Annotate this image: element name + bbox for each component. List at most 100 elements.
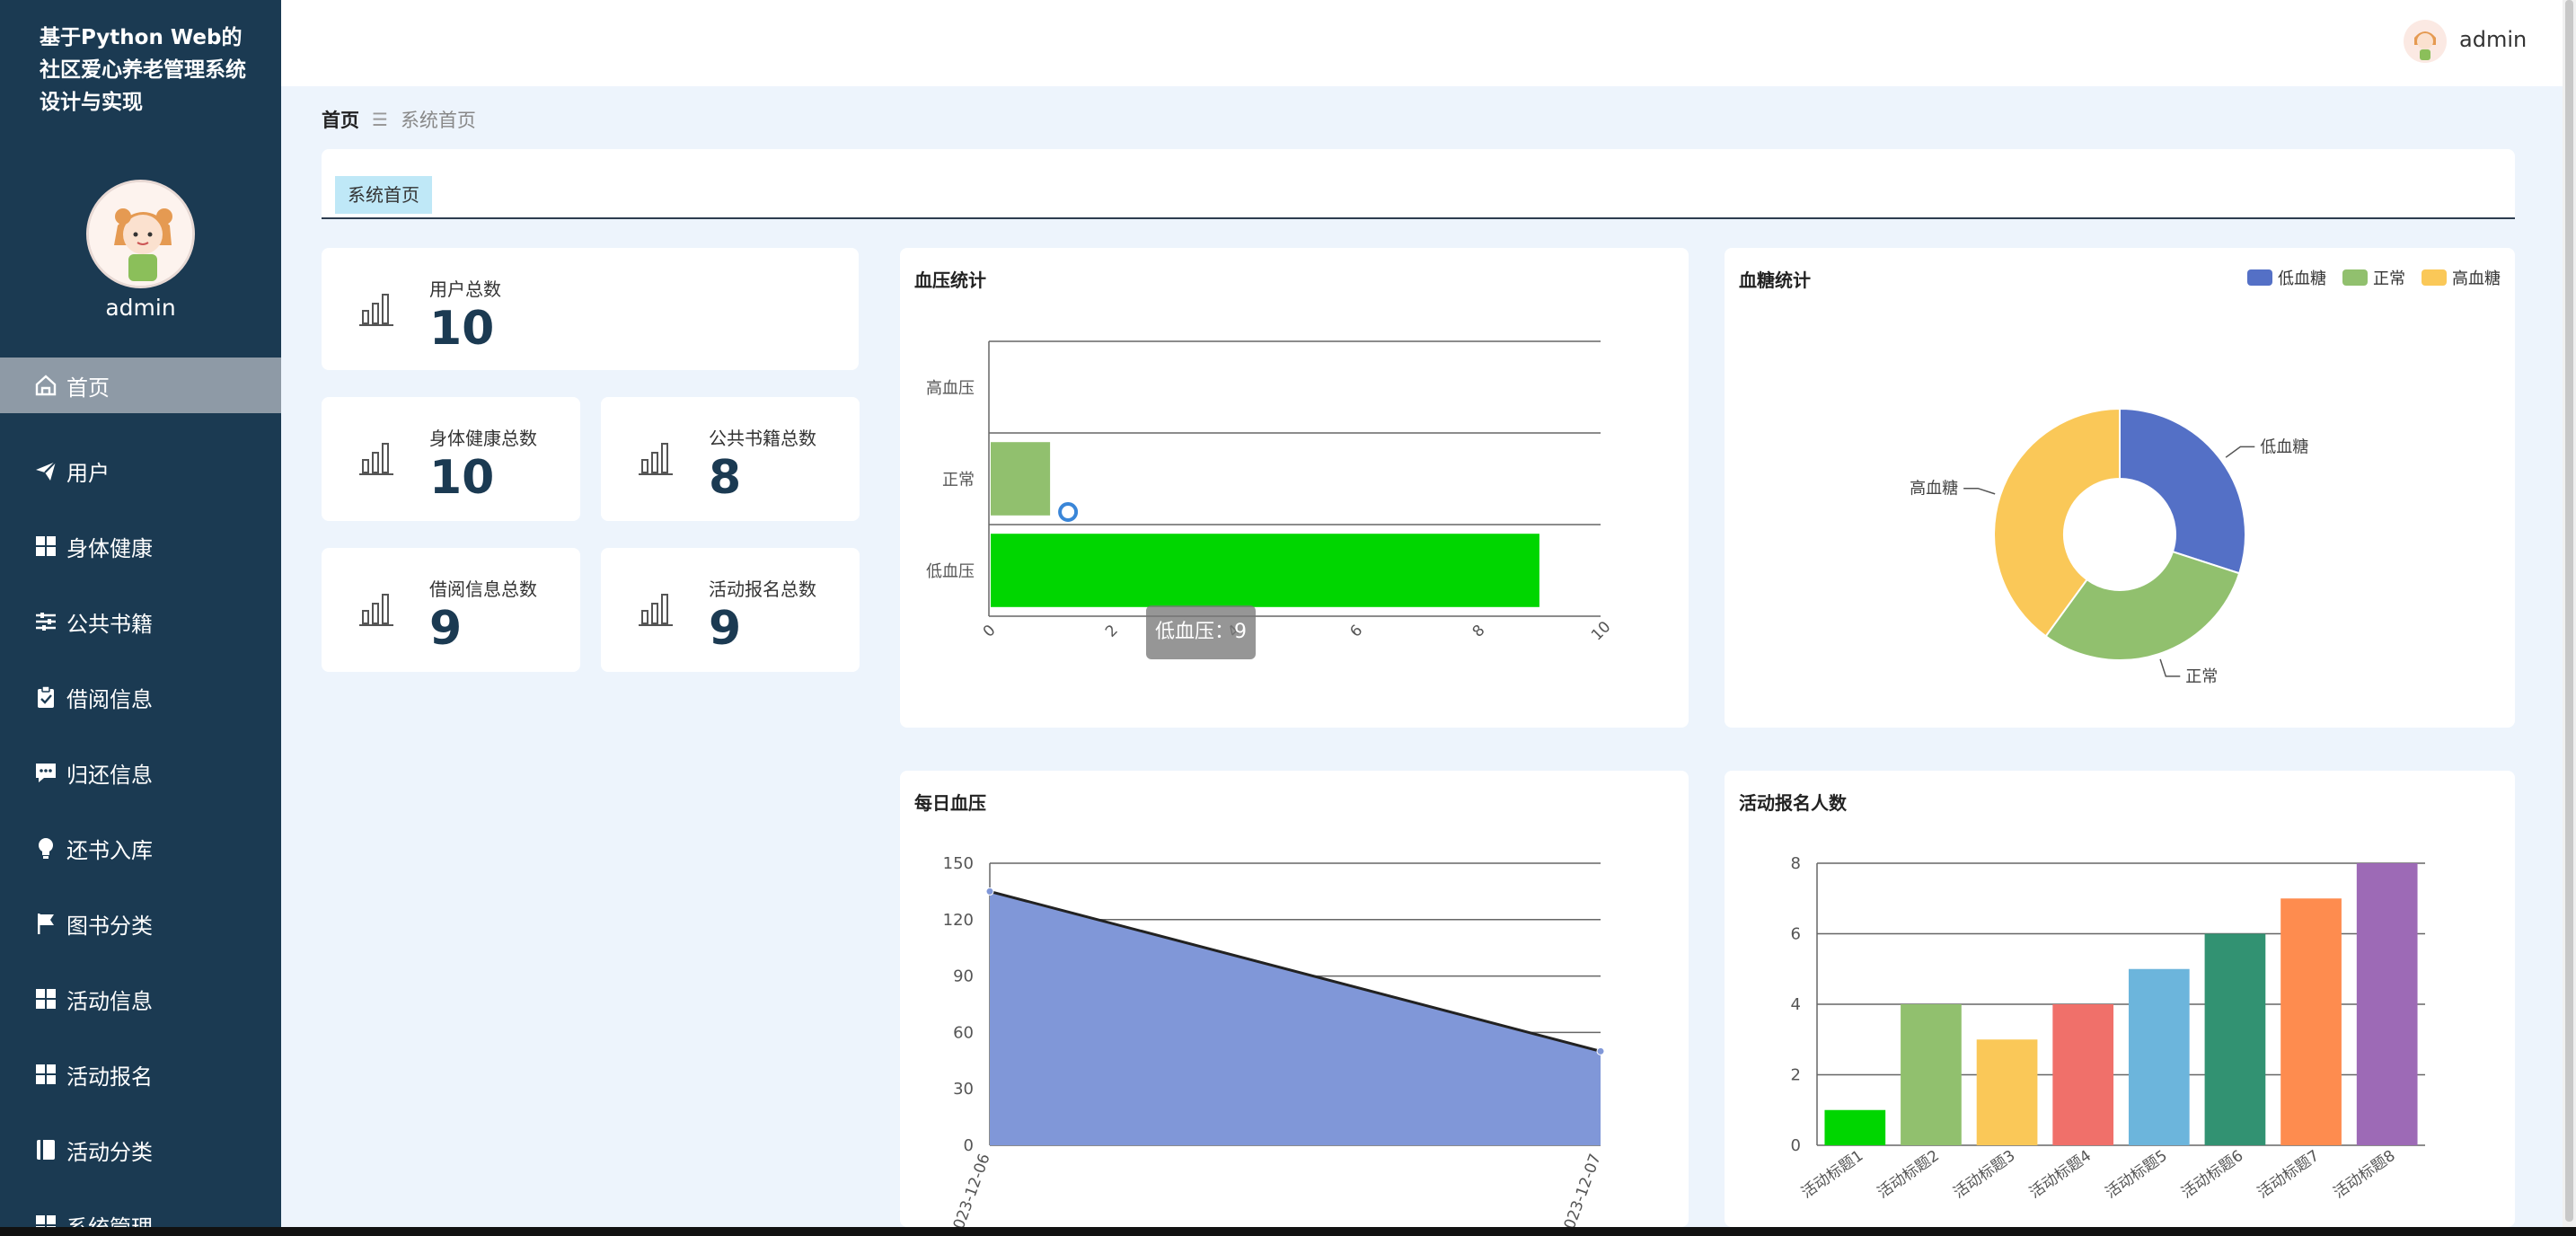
chart-blood-sugar: 低血糖正常 高血糖 [1910, 407, 2308, 686]
sidebar-item-activity-category[interactable]: 活动分类 [0, 1112, 281, 1187]
y-tick-label: 正常 [942, 471, 975, 490]
bar [1824, 1109, 1886, 1145]
bar [2052, 1004, 2114, 1145]
stat-label: 用户总数 [429, 278, 501, 300]
sidebar-item-activity-info[interactable]: 活动信息 [0, 961, 281, 1037]
chart-panel-blood-pressure: 血压统计 低血压正常高血压0246810 低血压：9 [900, 248, 1689, 728]
stat-value: 9 [709, 602, 742, 656]
sidebar-item-label: 用户 [66, 460, 110, 486]
sidebar-item-book-return[interactable]: 还书入库 [0, 810, 281, 886]
legend-swatch [2342, 269, 2368, 286]
sidebar-item-return[interactable]: 归还信息 [0, 735, 281, 810]
stat-value: 8 [709, 451, 742, 505]
y-tick-label: 60 [953, 1023, 974, 1042]
x-tick-label: 0 [980, 622, 1000, 641]
slice-label: 正常 [2185, 667, 2218, 686]
stat-value: 9 [429, 602, 463, 656]
sidebar-item-activity-signup[interactable]: 活动报名 [0, 1037, 281, 1112]
breadcrumb-current: 系统首页 [400, 110, 476, 131]
header-username[interactable]: admin [2459, 27, 2527, 52]
clipboard-icon [32, 684, 59, 711]
avatar-icon [2414, 31, 2436, 60]
sidebar-item-label: 首页 [66, 375, 110, 401]
sidebar-item-borrow[interactable]: 借阅信息 [0, 659, 281, 735]
legend-item[interactable]: 低血糖 [2247, 266, 2326, 289]
header-avatar[interactable] [2404, 20, 2447, 63]
avatar-icon [89, 182, 192, 286]
bar-chart-icon [639, 594, 673, 626]
chart-panel-activity-signup: 活动报名人数 0 2 4 6 8 活动标题1 活动标题2 活动标题3 活动标题4 活动标题5 活动标… [1725, 771, 2515, 1227]
bar [1901, 1004, 1962, 1145]
stat-label: 公共书籍总数 [709, 428, 816, 449]
area-fill [990, 891, 1601, 1145]
sidebar-item-book-category[interactable]: 图书分类 [0, 886, 281, 961]
bar [2204, 933, 2266, 1145]
x-tick-label: 6 [1346, 622, 1366, 641]
sidebar-item-users[interactable]: 用户 [0, 433, 281, 508]
x-tick-label: 8 [1469, 622, 1489, 641]
stat-card-borrow[interactable]: 借阅信息总数 9 [322, 548, 580, 672]
book-icon [32, 1136, 59, 1163]
send-icon [32, 457, 59, 484]
chat-icon [32, 759, 59, 786]
app-title: 基于Python Web的社区爱心养老管理系统设计与实现 [40, 26, 246, 114]
menu-separator-icon: ☰ [372, 109, 388, 130]
scrollbar[interactable] [2563, 0, 2576, 1236]
x-tick-label: 活动标题2 [1875, 1147, 1943, 1203]
y-tick-label: 150 [943, 854, 974, 873]
stat-label: 借阅信息总数 [429, 578, 537, 600]
chart-daily-blood-pressure: 0 30 60 90 120 150 2023-12-06 2023-12-07 [943, 854, 1605, 1227]
sidebar-item-label: 活动分类 [66, 1139, 153, 1165]
y-tick-label: 90 [953, 967, 974, 986]
breadcrumb: 首页 ☰ 系统首页 [322, 106, 476, 133]
bar [1976, 1039, 2038, 1145]
stat-value: 10 [429, 451, 495, 505]
sidebar-item-books[interactable]: 公共书籍 [0, 584, 281, 659]
y-tick-label: 低血压 [926, 562, 975, 581]
tab-system-home[interactable]: 系统首页 [335, 176, 432, 214]
avatar[interactable] [86, 180, 195, 288]
stat-card-signup[interactable]: 活动报名总数 9 [601, 548, 860, 672]
legend-item[interactable]: 高血糖 [2422, 266, 2501, 289]
x-tick-label: 2023-12-06 [947, 1152, 994, 1227]
chart-panel-blood-sugar: 血糖统计 低血糖 正常 高血糖 低血糖 正常 高血糖 [1725, 248, 2515, 728]
legend-item[interactable]: 正常 [2342, 266, 2405, 289]
chart-legend: 低血糖 正常 高血糖 [2247, 266, 2501, 289]
bar [991, 442, 1051, 516]
stat-card-health[interactable]: 身体健康总数 10 [322, 397, 580, 521]
sidebar-item-label: 还书入库 [66, 837, 153, 863]
x-tick-label: 2 [1102, 622, 1122, 641]
y-tick-label: 高血压 [926, 379, 975, 398]
slice-label: 高血糖 [1910, 480, 1958, 499]
sidebar-item-label: 借阅信息 [66, 686, 153, 712]
breadcrumb-home[interactable]: 首页 [322, 106, 359, 133]
sidebar-item-home[interactable]: 首页 [0, 358, 281, 413]
sidebar-item-label: 身体健康 [66, 535, 153, 561]
bar [2128, 968, 2190, 1145]
sidebar-item-label: 活动报名 [66, 1064, 153, 1090]
x-tick-label: 活动标题4 [2026, 1147, 2095, 1203]
label-line [2159, 658, 2181, 677]
sliders-icon [32, 608, 59, 635]
grid-icon [32, 533, 59, 560]
chart-panel-daily-blood-pressure: 每日血压 0 30 60 90 120 150 2023-12-06 2023-12-07 [900, 771, 1689, 1227]
bulb-icon [32, 834, 59, 861]
y-tick-label: 0 [964, 1136, 974, 1155]
scrollbar-thumb[interactable] [2565, 0, 2573, 1222]
data-point [1596, 1046, 1605, 1055]
bar [2356, 863, 2418, 1145]
x-tick-label: 10 [1588, 618, 1614, 644]
legend-swatch [2422, 269, 2447, 286]
grid-icon [32, 1061, 59, 1088]
stat-card-books[interactable]: 公共书籍总数 8 [601, 397, 860, 521]
y-tick-label: 0 [1791, 1136, 1801, 1155]
sidebar-item-health[interactable]: 身体健康 [0, 508, 281, 584]
stat-value: 10 [429, 302, 495, 356]
slice-label: 低血糖 [2260, 437, 2308, 456]
x-tick-label: 活动标题7 [2254, 1147, 2323, 1203]
sidebar: 基于Python Web的社区爱心养老管理系统设计与实现 admin 首页 用户… [0, 0, 281, 1236]
stat-card-users[interactable]: 用户总数 10 [322, 248, 859, 370]
stat-label: 活动报名总数 [709, 578, 816, 600]
label-line [1963, 487, 1996, 495]
bar [991, 534, 1539, 607]
